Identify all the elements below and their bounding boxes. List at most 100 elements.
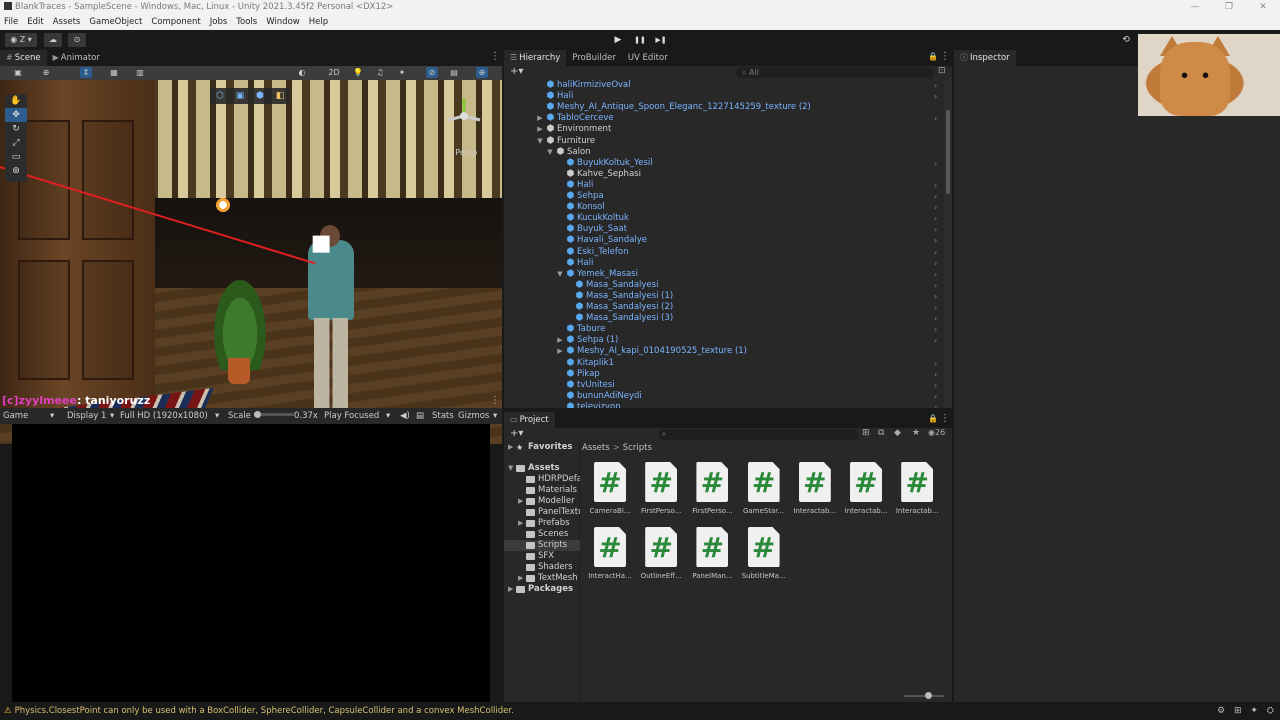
hierarchy-item[interactable]: ⬢ Hali › bbox=[504, 258, 944, 269]
hierarchy-item[interactable]: ⬢ BuyukKoltuk_Yesil › bbox=[504, 158, 944, 169]
icon-size-slider-knob[interactable] bbox=[925, 692, 932, 699]
breadcrumb-scripts[interactable]: Scripts bbox=[623, 443, 652, 453]
folder-tree-item[interactable]: Scripts bbox=[504, 540, 580, 551]
hierarchy-item[interactable]: ⬢ Havali_Sandalye › bbox=[504, 235, 944, 246]
menu-window[interactable]: Window bbox=[266, 15, 300, 30]
pause-button[interactable]: ❚❚ bbox=[631, 33, 649, 47]
menu-component[interactable]: Component bbox=[151, 15, 200, 30]
maximize-button[interactable]: ❐ bbox=[1212, 0, 1246, 15]
chevron-down-icon[interactable]: ▼ bbox=[536, 136, 544, 147]
increment-snap-icon[interactable]: ▥ bbox=[134, 67, 146, 78]
cloud-icon[interactable]: ☁ bbox=[44, 33, 62, 47]
transform-tool-icon[interactable]: ⊛ bbox=[5, 164, 27, 178]
project-more-icon[interactable]: ⋮ bbox=[940, 413, 950, 424]
hierarchy-item[interactable]: ▶ ⬢ Sehpa (1) › bbox=[504, 335, 944, 346]
script-asset[interactable]: # FirstPerso... bbox=[639, 462, 683, 522]
rect-tool-icon[interactable]: ▭ bbox=[5, 150, 27, 164]
chevron-right-icon[interactable]: › bbox=[934, 80, 937, 91]
hierarchy-item[interactable]: ⬢ Kahve_Sephasi bbox=[504, 169, 944, 180]
scale-tool-icon[interactable]: ⤢ bbox=[5, 136, 27, 150]
chevron-right-icon[interactable]: ▶ bbox=[556, 335, 564, 346]
tab-uv-editor[interactable]: UV Editor bbox=[622, 50, 674, 66]
camera-settings-icon[interactable]: ▤ bbox=[448, 67, 460, 78]
shading-icon[interactable]: ◐ bbox=[296, 67, 308, 78]
hierarchy-item[interactable]: ⬢ Buyuk_Saat › bbox=[504, 224, 944, 235]
scrollbar-thumb[interactable] bbox=[946, 110, 950, 194]
camera-gizmo-icon[interactable]: ◼ bbox=[300, 228, 342, 258]
gizmos-icon[interactable]: ⊕ bbox=[476, 67, 488, 78]
menu-jobs[interactable]: Jobs bbox=[210, 15, 228, 30]
script-asset[interactable]: # SubtitleMa... bbox=[742, 527, 786, 587]
chevron-right-icon[interactable]: ▶ bbox=[536, 124, 544, 135]
effects-icon[interactable]: ✦ bbox=[396, 67, 408, 78]
menu-edit[interactable]: Edit bbox=[27, 15, 43, 30]
debug-icon[interactable]: ⚙ bbox=[1217, 706, 1225, 716]
hierarchy-item[interactable]: ⬢ KucukKoltuk › bbox=[504, 213, 944, 224]
chevron-right-icon[interactable]: › bbox=[934, 380, 937, 391]
game-viewport[interactable] bbox=[12, 424, 490, 702]
pivot-icon[interactable]: ⇕ bbox=[80, 67, 92, 78]
hierarchy-search-input[interactable]: ⌕ All bbox=[736, 67, 934, 78]
chevron-right-icon[interactable]: › bbox=[934, 91, 937, 102]
console-message[interactable]: Physics.ClosestPoint can only be used wi… bbox=[15, 706, 514, 716]
hierarchy-item[interactable]: ⬢ bununAdiNeydi › bbox=[504, 391, 944, 402]
folder-tree-item[interactable]: ▶ Modeller bbox=[504, 496, 580, 507]
hierarchy-item[interactable]: ▼ ⬢ Furniture bbox=[504, 136, 944, 147]
chevron-right-icon[interactable]: › bbox=[934, 235, 937, 246]
rotate-tool-icon[interactable]: ↻ bbox=[5, 122, 27, 136]
progress-icon[interactable]: ⊞ bbox=[1234, 706, 1242, 716]
resolution-dropdown[interactable]: Full HD (1920x1080) bbox=[120, 408, 208, 424]
play-mode-dropdown[interactable]: Play Focused bbox=[324, 408, 379, 424]
project-search-input[interactable]: ⌕ bbox=[658, 429, 858, 440]
script-asset[interactable]: # Interactab... bbox=[895, 462, 939, 522]
chevron-right-icon[interactable]: › bbox=[934, 191, 937, 202]
audio-icon[interactable]: ♫ bbox=[374, 67, 386, 78]
game-more-icon[interactable]: ⋮ bbox=[490, 395, 500, 406]
status-bar[interactable]: ⚠ Physics.ClosestPoint can only be used w… bbox=[0, 703, 1280, 720]
gizmos-button[interactable]: Gizmos bbox=[458, 408, 489, 424]
hierarchy-item[interactable]: ⬢ Masa_Sandalyesi (1) › bbox=[504, 291, 944, 302]
chevron-right-icon[interactable]: › bbox=[934, 391, 937, 402]
favorite-star-icon[interactable]: ★ bbox=[912, 428, 920, 438]
hierarchy-item[interactable]: ▶ ⬢ Meshy_AI_kapi_0104190525_texture (1) bbox=[504, 346, 944, 357]
script-asset[interactable]: # GameStar... bbox=[742, 462, 786, 522]
folder-tree-item[interactable]: ▶ Packages bbox=[504, 584, 580, 595]
game-tab[interactable]: Game bbox=[3, 408, 28, 424]
folder-tree-item[interactable]: PanelTextures bbox=[504, 507, 580, 518]
hierarchy-item[interactable]: ▼ ⬢ Salon bbox=[504, 147, 944, 158]
folder-tree-item[interactable]: Shaders bbox=[504, 562, 580, 573]
tab-hierarchy[interactable]: ☰ Hierarchy bbox=[504, 50, 567, 66]
chevron-down-icon[interactable]: ▼ bbox=[508, 463, 513, 474]
filter-icon[interactable]: ⊡ bbox=[938, 66, 946, 76]
folder-tree-item[interactable]: Scenes bbox=[504, 529, 580, 540]
chevron-right-icon[interactable]: › bbox=[934, 280, 937, 291]
hand-tool-icon[interactable]: ✋ bbox=[5, 94, 27, 108]
hierarchy-item[interactable]: ⬢ Meshy_AI_Antique_Spoon_Eleganc_12271452… bbox=[504, 102, 944, 113]
folder-tree-item[interactable]: SFX bbox=[504, 551, 580, 562]
hierarchy-item[interactable]: ⬢ Tabure › bbox=[504, 324, 944, 335]
chevron-right-icon[interactable]: › bbox=[934, 269, 937, 280]
hierarchy-item[interactable]: ▼ ⬢ Yemek_Masasi › bbox=[504, 269, 944, 280]
menu-assets[interactable]: Assets bbox=[53, 15, 81, 30]
chevron-right-icon[interactable]: ▶ bbox=[518, 573, 523, 584]
hierarchy-item[interactable]: ⬢ tvUnitesi › bbox=[504, 380, 944, 391]
folder-tree-item[interactable]: ▶ TextMesh Pro bbox=[504, 573, 580, 584]
scene-viewport[interactable]: ◼ ⬡ ▣ ⬢ ◧ ✋ ✥ ↻ ⤢ ▭ ⊛ < Persp bbox=[0, 80, 502, 444]
breadcrumb-assets[interactable]: Assets bbox=[582, 443, 610, 453]
hierarchy-item[interactable]: ⬢ Kitaplik1 › bbox=[504, 358, 944, 369]
folder-tree-item[interactable]: Materials bbox=[504, 485, 580, 496]
chevron-right-icon[interactable]: › bbox=[934, 224, 937, 235]
chevron-right-icon[interactable]: › bbox=[934, 402, 937, 408]
tab-inspector[interactable]: ⓘ Inspector bbox=[954, 50, 1016, 66]
chevron-right-icon[interactable]: ▶ bbox=[508, 584, 513, 595]
hierarchy-more-icon[interactable]: ⋮ bbox=[940, 51, 950, 62]
chevron-down-icon[interactable]: ▼ bbox=[546, 147, 554, 158]
grid-icon[interactable]: ⊕ bbox=[40, 67, 52, 78]
hierarchy-scrollbar[interactable] bbox=[944, 80, 952, 408]
hierarchy-item[interactable]: ⬢ televizyon › bbox=[504, 402, 944, 408]
chevron-right-icon[interactable]: › bbox=[934, 247, 937, 258]
scale-slider-knob[interactable] bbox=[254, 411, 261, 418]
light-gizmo-icon[interactable] bbox=[214, 196, 232, 214]
hierarchy-item[interactable]: ⬢ Pikap › bbox=[504, 369, 944, 380]
tab-project[interactable]: ▭ Project bbox=[504, 412, 555, 428]
